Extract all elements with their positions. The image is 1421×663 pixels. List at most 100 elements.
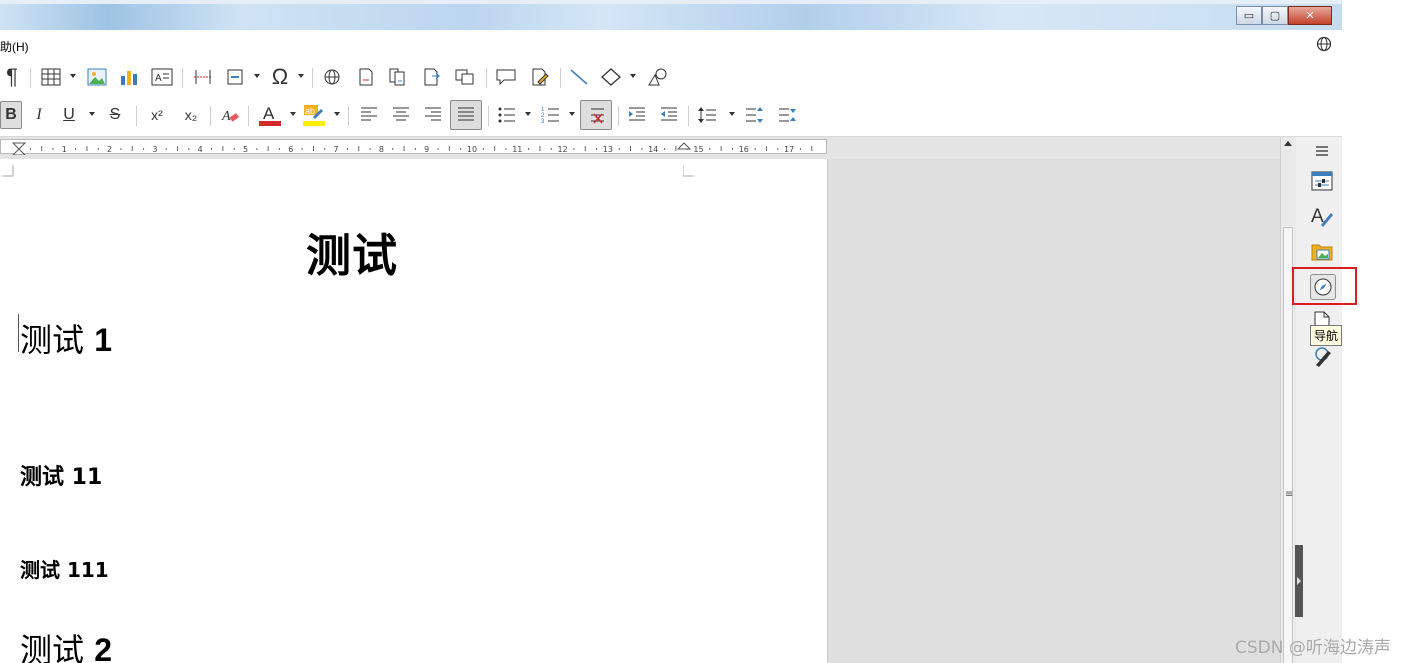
- ruler-number: 17: [784, 145, 794, 154]
- left-indent-marker[interactable]: [11, 142, 27, 156]
- align-left-icon[interactable]: [356, 102, 382, 128]
- basic-shapes-icon[interactable]: [598, 64, 624, 90]
- toolbar-separator: [348, 106, 349, 126]
- chevron-down-icon[interactable]: [569, 112, 575, 116]
- bookmark-icon[interactable]: [452, 64, 478, 90]
- heading-1: 测试 1: [20, 315, 112, 361]
- font-color-icon[interactable]: A: [256, 102, 284, 128]
- ruler-number: 15: [693, 145, 703, 154]
- gallery-icon[interactable]: [1310, 239, 1334, 263]
- sidebar-menu-icon[interactable]: [1310, 139, 1334, 163]
- page-corner-mark: [683, 165, 694, 177]
- ruler-number: 12: [558, 145, 568, 154]
- chevron-down-icon[interactable]: [89, 112, 95, 116]
- italic-button[interactable]: I: [28, 102, 50, 128]
- footnote-icon[interactable]: [354, 64, 378, 90]
- heading-number: 2: [94, 632, 112, 663]
- navigator-tooltip: 导航: [1310, 325, 1343, 346]
- chevron-down-icon[interactable]: [630, 74, 636, 78]
- insert-table-icon[interactable]: [38, 64, 64, 90]
- formatting-toolbar: B I U S x² x₂ A A ab 1 2 3: [0, 98, 1342, 137]
- restore-button[interactable]: ▢: [1262, 6, 1288, 25]
- comment-icon[interactable]: [493, 64, 519, 90]
- horizontal-ruler[interactable]: 1 2 3 4 5 6 7 8 9 10 11 12 13 14 15 16 17: [0, 139, 827, 156]
- manage-changes-icon[interactable]: [1310, 344, 1334, 368]
- formatting-marks-icon[interactable]: ¶: [2, 64, 22, 90]
- toolbar-separator: [486, 68, 487, 88]
- chevron-down-icon[interactable]: [70, 74, 76, 78]
- navigator-highlight-frame: [1292, 267, 1357, 305]
- ruler-number: 8: [379, 145, 384, 154]
- heading-1: 测试 2: [20, 625, 112, 663]
- chevron-down-icon[interactable]: [729, 112, 735, 116]
- chevron-down-icon[interactable]: [525, 112, 531, 116]
- numbered-list-icon[interactable]: 123: [538, 102, 564, 128]
- underline-button[interactable]: U: [58, 102, 80, 128]
- svg-text:A: A: [221, 109, 231, 124]
- document-title: 测试: [306, 229, 399, 282]
- insert-textbox-icon[interactable]: A: [150, 64, 174, 90]
- ruler-number: 6: [288, 145, 293, 154]
- insert-image-icon[interactable]: [85, 64, 109, 90]
- bullet-list-icon[interactable]: [494, 102, 520, 128]
- document-page[interactable]: 测试 测试 1 测试 11 测试 111 测试 2: [0, 159, 828, 663]
- window-controls: ▭ ▢ ✕: [1236, 6, 1332, 25]
- toolbar-separator: [182, 68, 183, 88]
- right-indent-marker[interactable]: [676, 142, 692, 150]
- chevron-down-icon[interactable]: [334, 112, 340, 116]
- toolbar-separator: [488, 106, 489, 126]
- line-spacing-icon[interactable]: [694, 102, 720, 128]
- align-center-icon[interactable]: [388, 102, 414, 128]
- align-right-icon[interactable]: [420, 102, 446, 128]
- ruler-number: 11: [512, 145, 522, 154]
- properties-icon[interactable]: [1310, 169, 1334, 193]
- close-button[interactable]: ✕: [1288, 6, 1332, 25]
- watermark-text: CSDN @听海边涛声: [1235, 638, 1391, 658]
- page-corner-mark: [2, 165, 14, 177]
- justify-icon[interactable]: [450, 100, 482, 130]
- heading-text: 测试: [20, 321, 85, 359]
- toolbar-separator: [688, 106, 689, 126]
- bold-button[interactable]: B: [0, 101, 22, 129]
- ruler-number: 14: [648, 145, 658, 154]
- endnote-icon[interactable]: [386, 64, 412, 90]
- page-break-icon[interactable]: [190, 64, 216, 90]
- decrease-indent-icon[interactable]: [656, 102, 682, 128]
- minimize-button[interactable]: ▭: [1236, 6, 1262, 25]
- scroll-up-arrow-icon[interactable]: [1284, 141, 1292, 146]
- heading-2: 测试 11: [20, 465, 103, 490]
- chevron-down-icon[interactable]: [298, 74, 304, 78]
- vertical-scrollbar[interactable]: ≡: [1280, 137, 1296, 663]
- globe-icon[interactable]: [1316, 36, 1332, 52]
- decrease-paragraph-spacing-icon[interactable]: [775, 102, 801, 128]
- highlight-color-icon[interactable]: ab: [300, 102, 328, 128]
- chevron-down-icon[interactable]: [290, 112, 296, 116]
- sidebar-collapse-handle[interactable]: [1295, 545, 1303, 617]
- cross-reference-icon[interactable]: [420, 64, 444, 90]
- no-list-icon[interactable]: [580, 100, 612, 130]
- ruler-scale: 1 2 3 4 5 6 7 8 9 10 11 12 13 14 15 16 17: [11, 142, 813, 156]
- ruler-number: 2: [107, 145, 112, 154]
- standard-toolbar: ¶ A Ω: [0, 60, 1342, 98]
- title-bar: ▭ ▢ ✕: [0, 0, 1342, 30]
- chevron-down-icon[interactable]: [254, 74, 260, 78]
- ruler-number: 16: [739, 145, 749, 154]
- insert-chart-icon[interactable]: [117, 64, 141, 90]
- document-canvas: 测试 测试 1 测试 11 测试 111 测试 2: [0, 159, 1280, 663]
- clear-formatting-icon[interactable]: A: [218, 102, 242, 128]
- track-changes-icon[interactable]: [527, 64, 553, 90]
- title-bar-top-line: [0, 0, 1342, 4]
- toolbar-separator: [136, 106, 137, 126]
- special-character-icon[interactable]: Ω: [266, 64, 294, 90]
- hyperlink-icon[interactable]: [320, 64, 346, 90]
- menu-help[interactable]: 助(H): [0, 38, 29, 55]
- subscript-button[interactable]: x₂: [178, 102, 204, 128]
- increase-indent-icon[interactable]: [624, 102, 650, 128]
- insert-field-icon[interactable]: [222, 64, 248, 90]
- insert-line-icon[interactable]: [566, 64, 592, 90]
- strikethrough-button[interactable]: S: [104, 102, 126, 128]
- styles-icon[interactable]: A: [1310, 204, 1334, 228]
- draw-functions-icon[interactable]: [644, 64, 670, 90]
- superscript-button[interactable]: x²: [144, 102, 170, 128]
- increase-paragraph-spacing-icon[interactable]: [742, 102, 768, 128]
